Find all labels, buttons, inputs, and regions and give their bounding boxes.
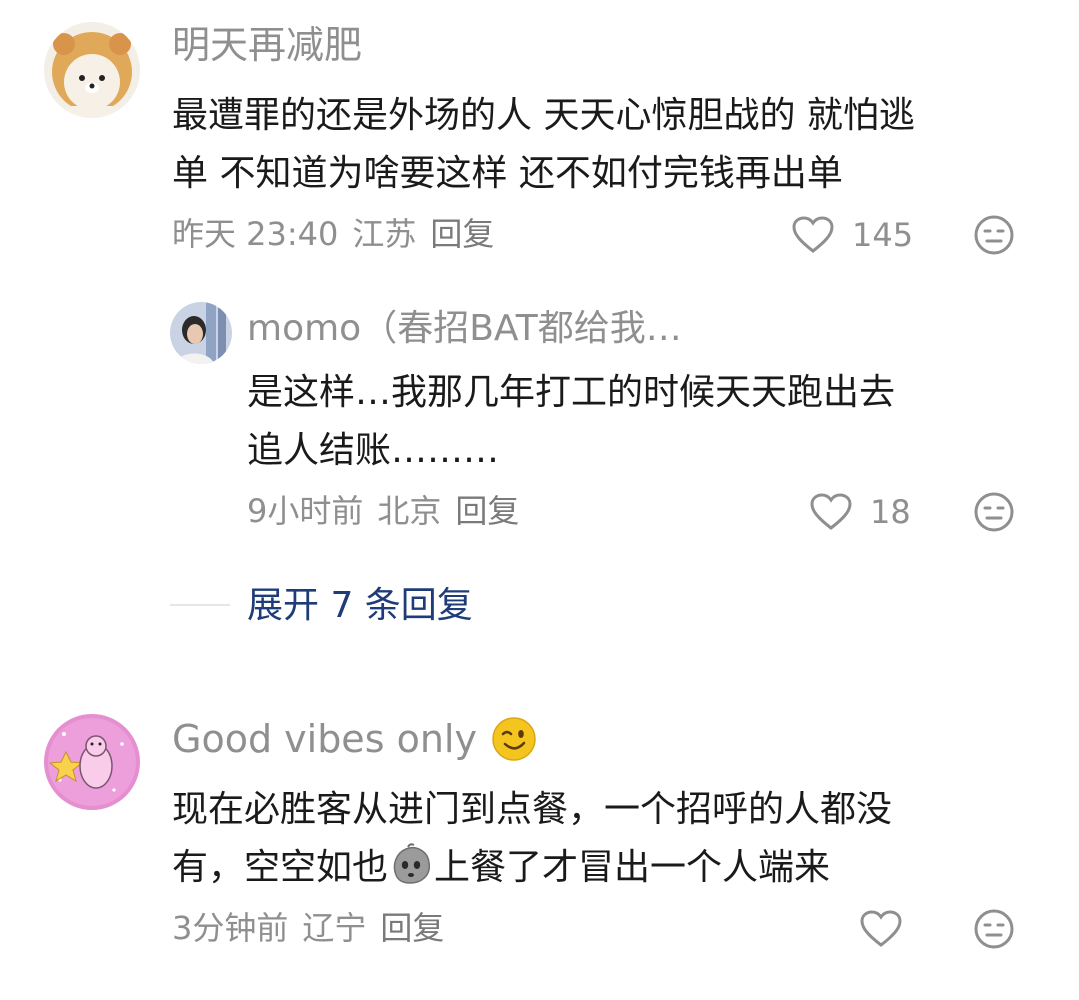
comment-text-line: 有，空空如也 上餐了才冒出一个人端来 [172, 839, 1052, 897]
dislike-button[interactable] [973, 491, 1015, 533]
expand-replies-button[interactable]: 展开 7 条回复 [247, 584, 473, 628]
dislike-button[interactable] [973, 908, 1015, 950]
comment-username[interactable]: Good vibes only [172, 716, 537, 762]
comment-text-line: 单 不知道为啥要这样 还不如付完钱再出单 [172, 153, 843, 194]
avatar[interactable] [170, 302, 232, 364]
heart-icon [792, 216, 834, 253]
reply-button[interactable]: 回复 [380, 909, 444, 947]
avatar[interactable] [44, 714, 140, 810]
comment-text-line: 追人结账……… [247, 430, 500, 471]
dislike-button[interactable] [973, 214, 1015, 256]
bear-in-lion-hat-avatar-icon [44, 22, 140, 118]
reply-username[interactable]: momo（春招BAT都给我… [247, 306, 682, 352]
like-button[interactable]: 145 [792, 213, 913, 257]
meh-face-icon [974, 215, 1014, 255]
comment-location: 北京 [377, 492, 442, 530]
like-count: 18 [870, 493, 911, 531]
comment-text: 最遭罪的还是外场的人 天天心惊胆战的 就怕逃 单 不知道为啥要这样 还不如付完钱… [172, 87, 1052, 203]
person-photo-avatar-icon [170, 302, 232, 364]
comment-username[interactable]: 明天再减肥 [172, 22, 362, 68]
comment-text: 现在必胜客从进门到点餐，一个招呼的人都没 有，空空如也 上餐了才冒出一个人端来 [172, 781, 1052, 897]
pink-bear-sticker-avatar-icon [44, 714, 140, 810]
like-button[interactable] [860, 907, 902, 951]
comment-username-text: Good vibes only [172, 717, 477, 761]
comment-time: 9小时前 [247, 492, 364, 530]
comment-meta: 昨天 23:40 江苏 回复 [172, 214, 508, 254]
like-button[interactable]: 18 [810, 490, 911, 534]
comment-location: 辽宁 [302, 909, 367, 947]
comment-time: 昨天 23:40 [172, 215, 339, 253]
comment-time: 3分钟前 [172, 909, 289, 947]
heart-icon [860, 910, 902, 947]
heart-icon [810, 493, 852, 530]
sad-pebble-icon [393, 843, 431, 884]
comment-location: 江苏 [352, 215, 417, 253]
reply-button[interactable]: 回复 [455, 492, 519, 530]
expand-divider [170, 604, 230, 606]
meh-face-icon [974, 909, 1014, 949]
avatar[interactable] [44, 22, 140, 118]
reply-text: 是这样…我那几年打工的时候天天跑出去 追人结账……… [247, 364, 1047, 480]
winking-face-icon [492, 717, 536, 761]
comment-text-line: 现在必胜客从进门到点餐，一个招呼的人都没 [172, 789, 893, 830]
reply-meta: 9小时前 北京 回复 [247, 491, 533, 531]
comment-meta: 3分钟前 辽宁 回复 [172, 908, 458, 948]
like-count: 145 [852, 216, 914, 254]
comment-text-segment: 上餐了才冒出一个人端来 [434, 847, 831, 888]
meh-face-icon [974, 492, 1014, 532]
comment-text-segment: 有，空空如也 [172, 847, 389, 888]
comment-text-line: 是这样…我那几年打工的时候天天跑出去 [247, 372, 896, 413]
reply-button[interactable]: 回复 [430, 215, 494, 253]
comment-text-line: 最遭罪的还是外场的人 天天心惊胆战的 就怕逃 [172, 95, 915, 136]
